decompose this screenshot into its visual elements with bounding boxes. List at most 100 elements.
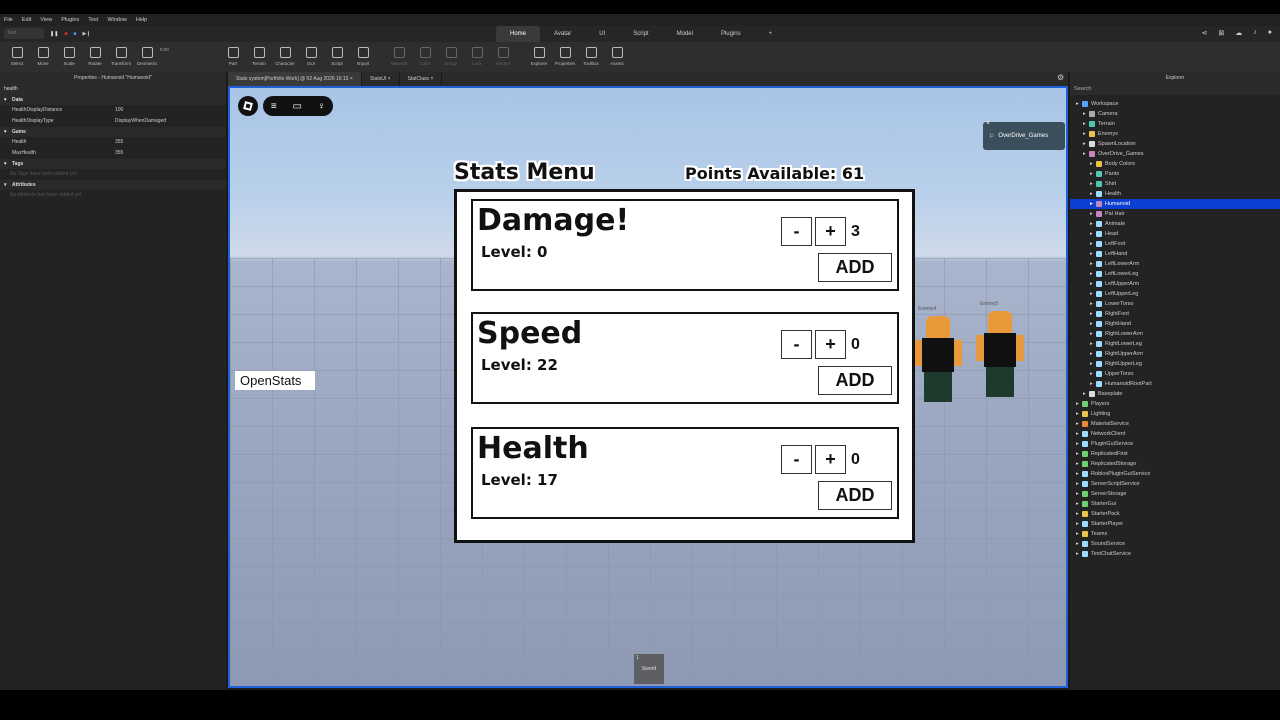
explorer-search-input[interactable]: Search	[1070, 84, 1280, 95]
property-section-data[interactable]: Data	[0, 95, 226, 105]
menu-plugins[interactable]: Plugins	[61, 17, 79, 23]
tool-terrain[interactable]: Terrain	[246, 42, 272, 66]
tab-script[interactable]: Script	[619, 26, 662, 42]
tool-explorer[interactable]: Explorer	[526, 42, 552, 66]
cloud-icon[interactable]: ☁	[1235, 29, 1242, 37]
tree-item[interactable]: ▸ Players	[1070, 399, 1280, 409]
tool-anchor[interactable]: Anchor	[490, 42, 516, 66]
tool-toolbox[interactable]: Toolbox	[578, 42, 604, 66]
tree-item[interactable]: ▸ LowerTorso	[1070, 299, 1280, 309]
tab-avatar[interactable]: Avatar	[540, 26, 585, 42]
close-icon[interactable]: ×	[986, 120, 990, 127]
tree-item[interactable]: ▸ RightUpperLeg	[1070, 359, 1280, 369]
tree-item[interactable]: ▸ Humanoid	[1070, 199, 1280, 209]
menu-edit[interactable]: Edit	[22, 17, 31, 23]
document-tab[interactable]: StatClass ×	[400, 72, 443, 86]
tree-item[interactable]: ▸ Workspace	[1070, 99, 1280, 109]
tree-item[interactable]: ▸ OverDrive_Games	[1070, 149, 1280, 159]
tree-item[interactable]: ▸ RightLowerLeg	[1070, 339, 1280, 349]
increment-button[interactable]: +	[815, 217, 846, 246]
tool-transform[interactable]: Transform	[108, 42, 134, 66]
open-stats-button[interactable]: OpenStats	[235, 371, 315, 390]
hotbar-slot-sword[interactable]: 1 Sword	[634, 654, 664, 684]
menu-help[interactable]: Help	[136, 17, 147, 23]
increment-button[interactable]: +	[815, 445, 846, 474]
tree-item[interactable]: ▸ LeftUpperLeg	[1070, 289, 1280, 299]
tree-item[interactable]: ▸ Enemys	[1070, 129, 1280, 139]
tree-item[interactable]: ▸ ReplicatedFirst	[1070, 449, 1280, 459]
tree-item[interactable]: ▸ RobloxPluginGuiService	[1070, 469, 1280, 479]
avatar[interactable]: ●	[1268, 29, 1272, 37]
tree-item[interactable]: ▸ Head	[1070, 229, 1280, 239]
property-row[interactable]: Health 355	[0, 137, 226, 148]
tab-model[interactable]: Model	[663, 26, 707, 42]
tree-item[interactable]: ▸ SoundService	[1070, 539, 1280, 549]
tool-select[interactable]: Select	[4, 42, 30, 66]
tool-import[interactable]: Import	[350, 42, 376, 66]
bell-icon[interactable]: ♪	[1253, 29, 1257, 37]
menu-file[interactable]: File	[4, 17, 13, 23]
tree-item[interactable]: ▸ ServerScriptService	[1070, 479, 1280, 489]
tree-item[interactable]: ▸ Lighting	[1070, 409, 1280, 419]
snap-value[interactable]: 0.00	[160, 47, 220, 52]
stop-icon[interactable]: ■	[64, 31, 67, 37]
tool-lock[interactable]: Lock	[464, 42, 490, 66]
document-tab[interactable]: StatsUI ×	[362, 72, 400, 86]
tree-item[interactable]: ▸ LeftFoot	[1070, 239, 1280, 249]
share-icon[interactable]: ⋖	[1202, 29, 1208, 37]
increment-button[interactable]: +	[815, 330, 846, 359]
add-button[interactable]: ADD	[818, 253, 892, 282]
property-row[interactable]: HealthDisplayType DisplayWhenDamaged	[0, 116, 226, 127]
add-button[interactable]: ADD	[818, 481, 892, 510]
pause-icon[interactable]: ❚❚	[50, 31, 58, 37]
tab-plugins[interactable]: Plugins	[707, 26, 755, 42]
enemy-character[interactable]: Enemy4	[914, 306, 962, 406]
tree-item[interactable]: ▸ Animate	[1070, 219, 1280, 229]
tree-item[interactable]: ▸ StarterPlayer	[1070, 519, 1280, 529]
attributes-section[interactable]: Attributes	[0, 180, 226, 190]
tree-item[interactable]: ▸ MaterialService	[1070, 419, 1280, 429]
tree-item[interactable]: ▸ RightFoot	[1070, 309, 1280, 319]
tab-[interactable]: +	[755, 26, 787, 42]
property-value[interactable]: 355	[115, 148, 123, 159]
tree-item[interactable]: ▸ UpperTorso	[1070, 369, 1280, 379]
tool-rotate[interactable]: Rotate	[82, 42, 108, 66]
collab-icon[interactable]: ⊠	[1218, 29, 1224, 37]
property-value[interactable]: DisplayWhenDamaged	[115, 116, 166, 127]
tree-item[interactable]: ▸ Health	[1070, 189, 1280, 199]
menu-test[interactable]: Test	[88, 17, 98, 23]
decrement-button[interactable]: -	[781, 217, 812, 246]
tree-item[interactable]: ▸ SpawnLocation	[1070, 139, 1280, 149]
tree-item[interactable]: ▸ LeftLowerArm	[1070, 259, 1280, 269]
decrement-button[interactable]: -	[781, 445, 812, 474]
decrement-button[interactable]: -	[781, 330, 812, 359]
property-value[interactable]: 355	[115, 137, 123, 148]
add-button[interactable]: ADD	[818, 366, 892, 395]
tab-ui[interactable]: UI	[585, 26, 619, 42]
close-icon[interactable]: ×	[349, 76, 353, 82]
hamburger-icon[interactable]: ≡	[271, 101, 277, 112]
tool-script[interactable]: Script	[324, 42, 350, 66]
tree-item[interactable]: ▸ Baseplate	[1070, 389, 1280, 399]
gear-icon[interactable]: ⚙	[1057, 73, 1064, 82]
tree-item[interactable]: ▸ ReplicatedStorage	[1070, 459, 1280, 469]
tags-section[interactable]: Tags	[0, 159, 226, 169]
tool-color[interactable]: Color	[412, 42, 438, 66]
tool-part[interactable]: Part	[220, 42, 246, 66]
tool-gui[interactable]: GUI	[298, 42, 324, 66]
player-badge[interactable]: × ⚐ OverDrive_Games	[983, 120, 1065, 150]
tool-material[interactable]: Material	[386, 42, 412, 66]
tool-scale[interactable]: Scale	[56, 42, 82, 66]
tree-item[interactable]: ▸ LeftUpperArm	[1070, 279, 1280, 289]
tree-item[interactable]: ▸ Shirt	[1070, 179, 1280, 189]
menu-window[interactable]: Window	[107, 17, 127, 23]
tree-item[interactable]: ▸ ServerStorage	[1070, 489, 1280, 499]
close-icon[interactable]: ×	[386, 76, 391, 82]
menu-view[interactable]: View	[40, 17, 52, 23]
client-server-icon[interactable]: ■	[73, 31, 76, 37]
tree-item[interactable]: ▸ LeftLowerLeg	[1070, 269, 1280, 279]
tree-item[interactable]: ▸ StarterGui	[1070, 499, 1280, 509]
mic-icon[interactable]: ♀	[318, 101, 326, 112]
tree-item[interactable]: ▸ Pal Hair	[1070, 209, 1280, 219]
tool-group[interactable]: Group	[438, 42, 464, 66]
